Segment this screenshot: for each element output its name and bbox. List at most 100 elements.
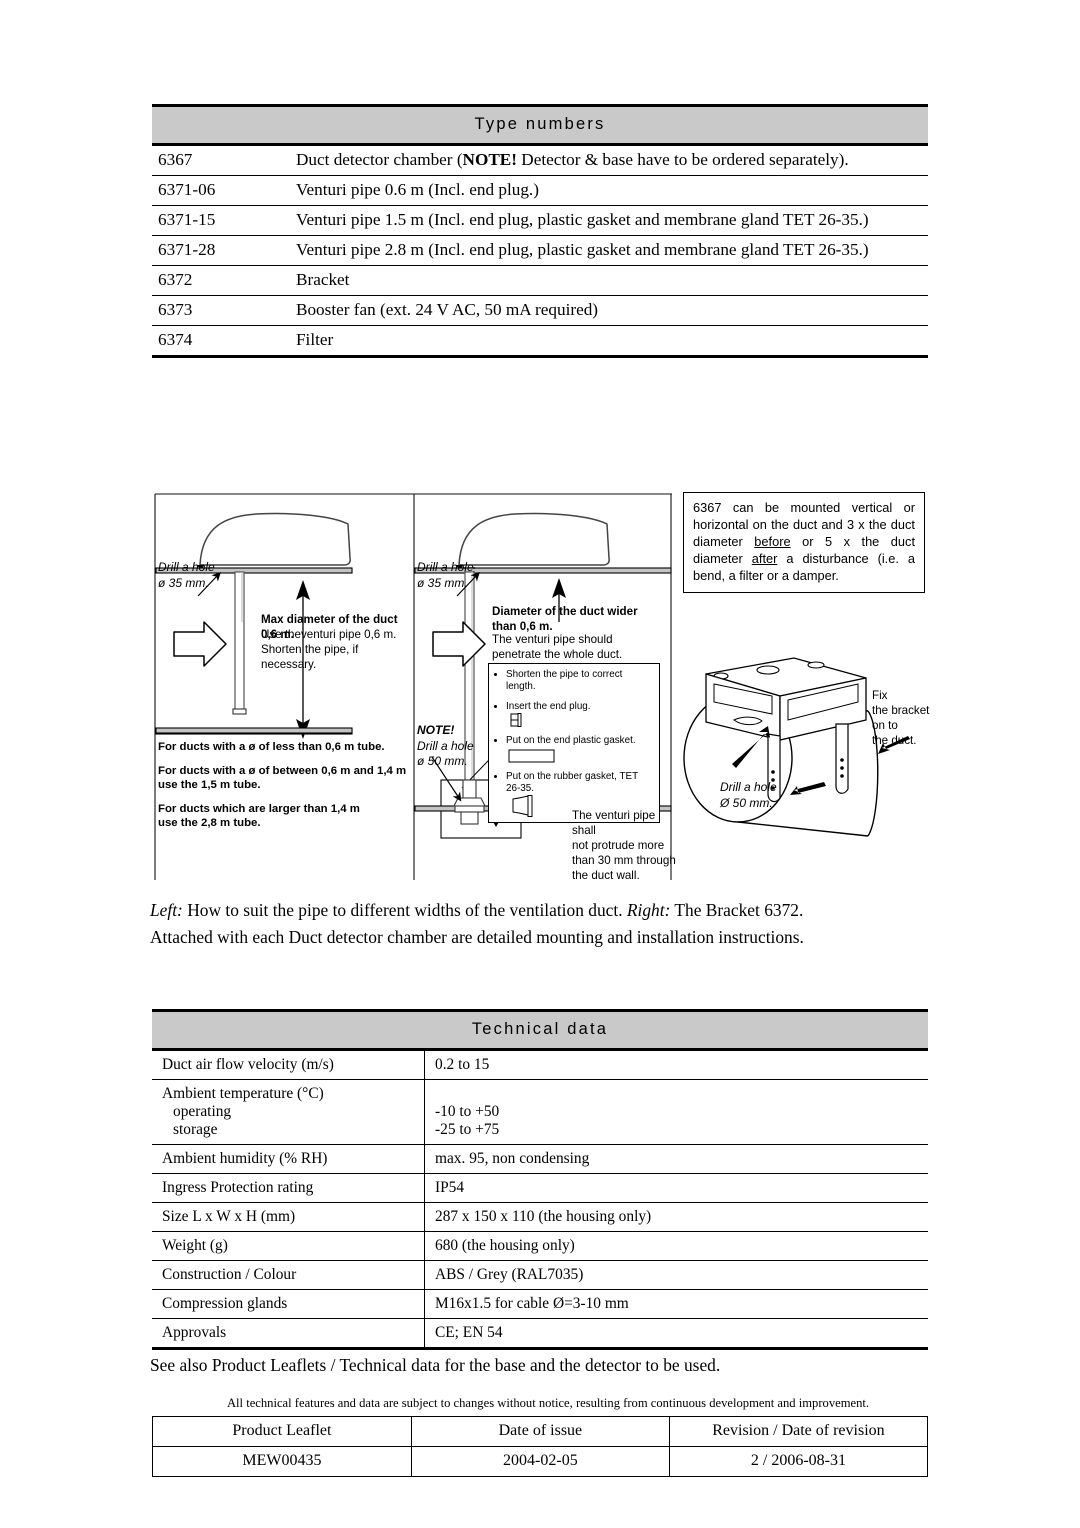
tube-rule-2: For ducts with a ø of between 0,6 m and …	[158, 764, 407, 792]
footer-header-cell: Product Leaflet	[152, 1416, 412, 1447]
table-row: 6371-06 Venturi pipe 0.6 m (Incl. end pl…	[152, 175, 928, 206]
mid-protrude-note: The venturi pipe shall not protrude more…	[572, 809, 676, 883]
spec-value: CE; EN 54	[435, 1324, 503, 1341]
type-numbers-table: 6367 Duct detector chamber (NOTE! Detect…	[152, 146, 928, 355]
table-row: 6373 Booster fan (ext. 24 V AC, 50 mA re…	[152, 295, 928, 326]
type-code: 6372	[152, 265, 294, 296]
spec-value: ABS / Grey (RAL7035)	[424, 1260, 928, 1290]
spec-subvalue: -10 to +50	[435, 1103, 500, 1120]
spec-key: Duct air flow velocity (m/s)	[152, 1051, 425, 1080]
table-row: 6372 Bracket	[152, 265, 928, 296]
type-description: Bracket	[294, 265, 928, 296]
type-code: 6367	[152, 146, 294, 176]
type-description-post: Detector & base have to be ordered separ…	[516, 150, 849, 169]
spec-value: 287 x 150 x 110 (the housing only)	[424, 1202, 928, 1232]
table-row: Duct air flow velocity (m/s) 0.2 to 15	[152, 1051, 928, 1080]
table-row: Size L x W x H (mm) 287 x 150 x 110 (the…	[152, 1202, 928, 1232]
type-description: Duct detector chamber (NOTE! Detector & …	[294, 146, 928, 176]
type-numbers-bottom-rule	[152, 355, 928, 358]
type-code: 6373	[152, 295, 294, 326]
technical-data-heading: Technical data	[152, 1009, 928, 1051]
type-description-note: NOTE!	[462, 150, 517, 169]
footer-header-cell: Revision / Date of revision	[668, 1416, 929, 1447]
assembly-step: Put on the end plastic gasket.	[506, 735, 653, 763]
table-row: 6374 Filter	[152, 326, 928, 356]
footer-value-cell: 2004-02-05	[410, 1446, 670, 1477]
type-code: 6371-28	[152, 235, 294, 266]
left-tube-rules: For ducts with a ø of less than 0,6 m tu…	[158, 740, 408, 831]
spec-value: IP54	[424, 1173, 928, 1203]
spec-key: Approvals	[152, 1318, 425, 1347]
spec-value: M16x1.5 for cable Ø=3-10 mm	[424, 1289, 928, 1319]
table-row: Product Leaflet Date of issue Revision /…	[152, 1416, 929, 1447]
assembly-step: Insert the end plug.	[506, 701, 653, 728]
type-numbers-heading: Type numbers	[152, 104, 928, 146]
rubber-gasket-icon	[512, 795, 533, 818]
caption-right-label: Right:	[626, 900, 671, 920]
table-row: MEW00435 2004-02-05 2 / 2006-08-31	[152, 1446, 929, 1477]
table-row: Ambient temperature (°C) operating stora…	[152, 1079, 928, 1145]
table-row: Ambient humidity (% RH) max. 95, non con…	[152, 1144, 928, 1174]
spec-subkey: storage	[173, 1121, 218, 1138]
footer-value-cell: MEW00435	[152, 1446, 412, 1477]
table-row: 6371-15 Venturi pipe 1.5 m (Incl. end pl…	[152, 205, 928, 236]
end-plug-icon	[510, 713, 522, 728]
bracket-fix-label: Fix the bracket on to the duct.	[872, 689, 930, 748]
technical-data-table: Duct air flow velocity (m/s) 0.2 to 15 A…	[152, 1051, 928, 1347]
mid-note-label: NOTE! Drill a hole ø 50 mm.	[417, 723, 474, 769]
bracket-drill-label: Drill a hole Ø 50 mm.	[720, 780, 777, 810]
spec-subkey: operating	[173, 1103, 232, 1120]
table-row: 6367 Duct detector chamber (NOTE! Detect…	[152, 146, 928, 176]
note-after-underline: after	[751, 550, 778, 566]
caption-left-label: Left:	[150, 900, 183, 920]
disclaimer-text: All technical features and data are subj…	[226, 1396, 870, 1410]
footer-table: Product Leaflet Date of issue Revision /…	[152, 1416, 929, 1477]
plastic-gasket-icon	[508, 749, 555, 762]
spec-key: Weight (g)	[152, 1231, 425, 1261]
footer-table-wrap: Product Leaflet Date of issue Revision /…	[152, 1416, 929, 1477]
table-row: Weight (g) 680 (the housing only)	[152, 1231, 928, 1261]
technical-data-bottom-rule	[152, 1347, 928, 1350]
type-code: 6374	[158, 330, 193, 349]
note-before-underline: before	[754, 533, 791, 549]
type-description: Venturi pipe 2.8 m (Incl. end plug, plas…	[294, 235, 928, 266]
footer-value-cell: 2 / 2006-08-31	[668, 1446, 929, 1477]
caption-line-1: Left: How to suit the pipe to different …	[150, 900, 804, 920]
mid-drill-label: Drill a hole ø 35 mm.	[417, 560, 474, 590]
table-row: Approvals CE; EN 54	[152, 1318, 928, 1347]
tube-rule-3: For ducts which are larger than 1,4 m us…	[158, 802, 360, 830]
mid-assembly-steps: Shorten the pipe to correct length. Inse…	[488, 663, 660, 824]
type-description-pre: Duct detector chamber (	[296, 150, 463, 169]
spec-value: 680 (the housing only)	[424, 1231, 928, 1261]
document-page: Type numbers 6367 Duct detector chamber …	[0, 0, 1080, 1528]
mid-duct-wider-sub: The venturi pipe should penetrate the wh…	[492, 633, 623, 662]
spec-key: Compression glands	[152, 1289, 425, 1319]
type-code: 6371-06	[152, 175, 294, 206]
spec-value: 0.2 to 15	[424, 1051, 928, 1080]
left-max-diameter-sub: Use theventuri pipe 0,6 m. Shorten the p…	[261, 628, 397, 672]
spec-key: Ingress Protection rating	[152, 1173, 425, 1203]
type-description: Venturi pipe 0.6 m (Incl. end plug.)	[294, 175, 928, 206]
spec-subvalue: -25 to +75	[435, 1121, 500, 1138]
assembly-step: Shorten the pipe to correct length.	[506, 669, 653, 694]
spec-value: -10 to +50 -25 to +75	[424, 1079, 928, 1145]
spec-key: Size L x W x H (mm)	[152, 1202, 425, 1232]
figure-caption: Left: How to suit the pipe to different …	[150, 897, 932, 951]
technical-data-section: Technical data Duct air flow velocity (m…	[152, 1009, 928, 1350]
caption-line-2: Attached with each Duct detector chamber…	[150, 926, 804, 947]
spec-key: Ambient humidity (% RH)	[152, 1144, 425, 1174]
table-row: 6371-28 Venturi pipe 2.8 m (Incl. end pl…	[152, 235, 928, 266]
spec-key: Construction / Colour	[152, 1260, 425, 1290]
left-drill-label: Drill a hole ø 35 mm.	[158, 560, 215, 590]
table-row: Compression glands M16x1.5 for cable Ø=3…	[152, 1289, 928, 1319]
table-row: Ingress Protection rating IP54	[152, 1173, 928, 1203]
mid-duct-wider-title: Diameter of the duct wider than 0,6 m.	[492, 605, 638, 634]
type-description: Booster fan (ext. 24 V AC, 50 mA require…	[294, 295, 928, 326]
type-description: Venturi pipe 1.5 m (Incl. end plug, plas…	[294, 205, 928, 236]
type-code: 6371-15	[152, 205, 294, 236]
mounting-note-box: 6367 can be mounted vertical or horizont…	[683, 492, 925, 594]
spec-key: Ambient temperature (°C) operating stora…	[152, 1079, 425, 1145]
type-description: Filter	[296, 330, 334, 349]
table-row: Construction / Colour ABS / Grey (RAL703…	[152, 1260, 928, 1290]
see-also-text: See also Product Leaflets / Technical da…	[150, 1355, 721, 1375]
